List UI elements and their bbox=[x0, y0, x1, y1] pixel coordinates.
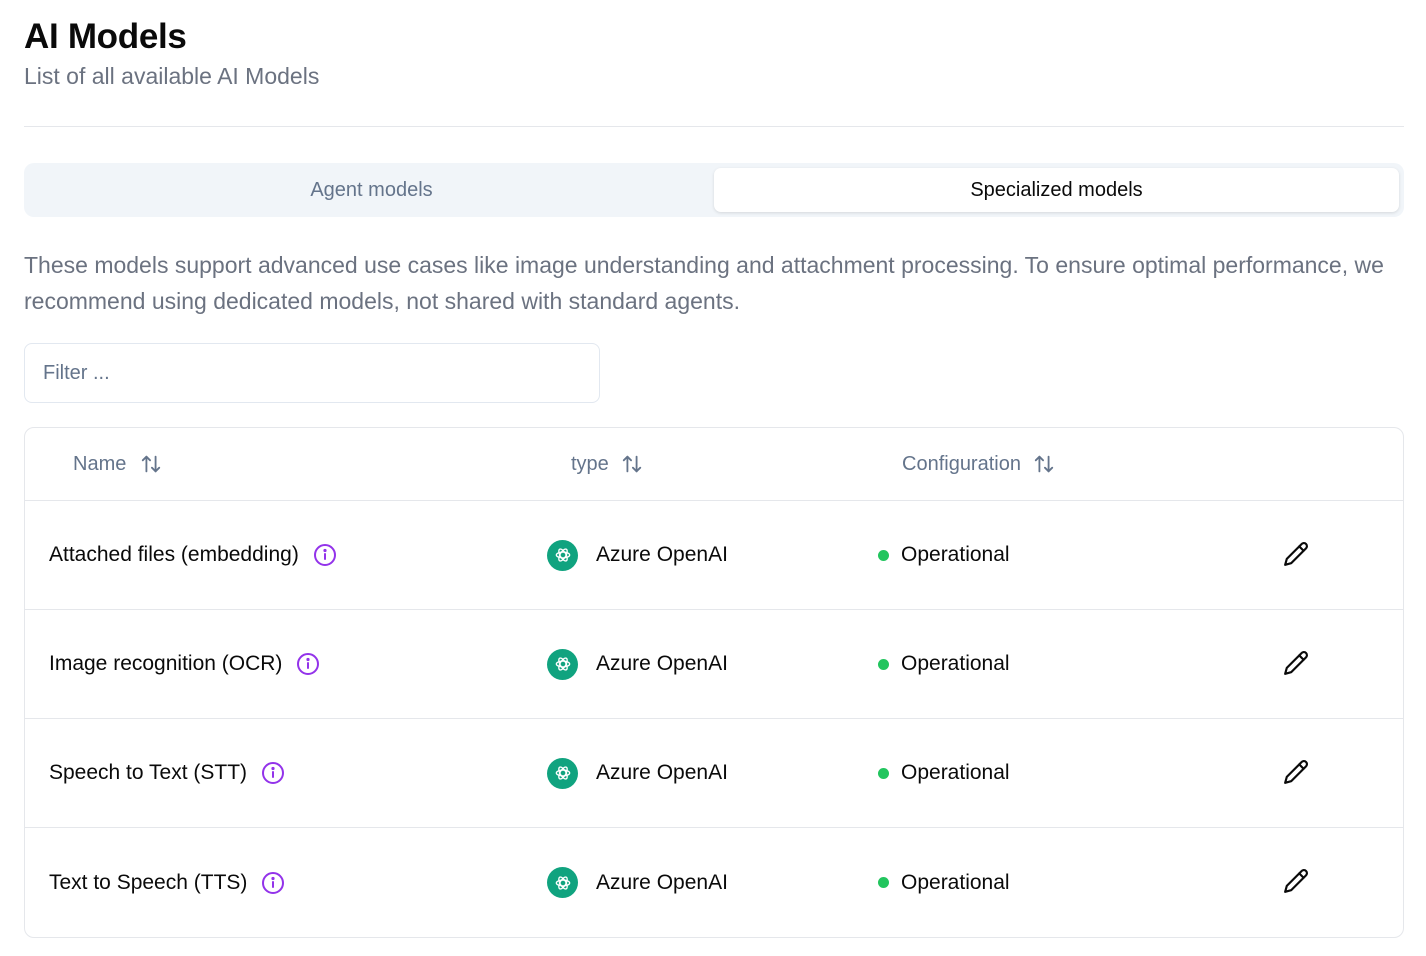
openai-logo-icon bbox=[547, 539, 578, 571]
status-dot bbox=[878, 658, 889, 670]
tab-agent-models[interactable]: Agent models bbox=[29, 168, 714, 212]
sort-arrows-icon[interactable] bbox=[140, 453, 162, 475]
model-config-cell: Operational bbox=[878, 871, 1010, 895]
filter-input[interactable] bbox=[24, 343, 600, 403]
pencil-icon bbox=[1284, 759, 1309, 784]
model-name-cell: Attached files (embedding) bbox=[49, 543, 337, 567]
status-dot bbox=[878, 877, 889, 888]
model-status: Operational bbox=[901, 761, 1010, 784]
row-actions bbox=[1281, 648, 1311, 681]
model-type: Azure OpenAI bbox=[596, 652, 728, 675]
page-title: AI Models bbox=[24, 17, 187, 56]
row-actions bbox=[1281, 539, 1311, 572]
model-status: Operational bbox=[901, 652, 1010, 675]
column-header-configuration[interactable]: Configuration bbox=[902, 453, 1055, 476]
info-circle-icon[interactable] bbox=[313, 543, 337, 567]
model-name-cell: Text to Speech (TTS) bbox=[49, 871, 285, 895]
row-actions bbox=[1281, 757, 1311, 790]
table-row: Image recognition (OCR) Azure OpenAI Ope… bbox=[25, 610, 1403, 719]
model-config-cell: Operational bbox=[878, 652, 1010, 676]
info-circle-icon[interactable] bbox=[261, 871, 285, 895]
model-type: Azure OpenAI bbox=[596, 543, 728, 566]
pencil-icon bbox=[1284, 650, 1309, 675]
table-row: Text to Speech (TTS) Azure OpenAI Operat… bbox=[25, 828, 1403, 937]
model-status: Operational bbox=[901, 870, 1010, 894]
model-name-cell: Speech to Text (STT) bbox=[49, 761, 285, 785]
openai-logo-icon bbox=[547, 757, 578, 789]
column-header-label: type bbox=[571, 452, 609, 475]
sort-arrows-icon[interactable] bbox=[621, 453, 643, 475]
table-row: Speech to Text (STT) Azure OpenAI Operat… bbox=[25, 719, 1403, 828]
model-type: Azure OpenAI bbox=[596, 870, 728, 894]
model-name-cell: Image recognition (OCR) bbox=[49, 652, 320, 676]
section-description: These models support advanced use cases … bbox=[24, 252, 1384, 314]
model-name: Speech to Text (STT) bbox=[49, 761, 248, 784]
page-header: AI Models List of all available AI Model… bbox=[24, 0, 1402, 92]
table-header: Name type Configuration bbox=[25, 428, 1403, 501]
model-type-cell: Azure OpenAI bbox=[547, 648, 728, 680]
model-status: Operational bbox=[901, 543, 1010, 566]
header-divider bbox=[24, 126, 1404, 127]
model-type-cell: Azure OpenAI bbox=[547, 539, 728, 571]
edit-button[interactable] bbox=[1281, 648, 1311, 678]
model-config-cell: Operational bbox=[878, 543, 1010, 567]
pencil-icon bbox=[1284, 868, 1309, 893]
models-table: Name type Configuration Attached files (… bbox=[24, 427, 1404, 938]
table-row: Attached files (embedding) Azure OpenAI … bbox=[25, 501, 1403, 610]
sort-arrows-icon[interactable] bbox=[1033, 453, 1055, 475]
pencil-icon bbox=[1284, 541, 1309, 566]
ai-models-page: AI Models List of all available AI Model… bbox=[0, 0, 1426, 956]
column-header-label: Name bbox=[73, 452, 127, 475]
row-actions bbox=[1281, 866, 1311, 899]
model-type-cell: Azure OpenAI bbox=[547, 757, 728, 789]
status-dot bbox=[878, 549, 889, 561]
model-type: Azure OpenAI bbox=[596, 761, 728, 784]
edit-button[interactable] bbox=[1281, 539, 1311, 569]
info-circle-icon[interactable] bbox=[296, 652, 320, 676]
openai-logo-icon bbox=[547, 867, 578, 898]
model-tabs: Agent models Specialized models bbox=[24, 163, 1404, 217]
model-type-cell: Azure OpenAI bbox=[547, 867, 728, 898]
column-header-type[interactable]: type bbox=[571, 453, 643, 476]
info-circle-icon[interactable] bbox=[261, 761, 285, 785]
model-name: Image recognition (OCR) bbox=[49, 652, 283, 675]
status-dot bbox=[878, 767, 889, 779]
column-header-name[interactable]: Name bbox=[73, 453, 162, 476]
edit-button[interactable] bbox=[1281, 757, 1311, 787]
column-header-label: Configuration bbox=[902, 452, 1021, 475]
model-name: Attached files (embedding) bbox=[49, 543, 299, 566]
openai-logo-icon bbox=[547, 648, 578, 680]
model-config-cell: Operational bbox=[878, 761, 1010, 785]
tab-specialized-models[interactable]: Specialized models bbox=[714, 168, 1399, 212]
model-name: Text to Speech (TTS) bbox=[49, 870, 248, 894]
page-subtitle: List of all available AI Models bbox=[24, 63, 320, 89]
edit-button[interactable] bbox=[1281, 866, 1311, 896]
